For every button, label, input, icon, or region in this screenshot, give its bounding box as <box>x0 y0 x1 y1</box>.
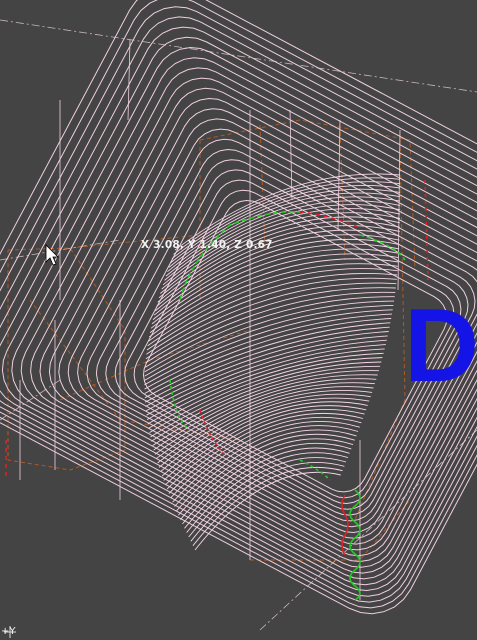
head-scanline <box>145 335 388 412</box>
view-orientation-letter: D <box>404 288 477 404</box>
axis-label: +Y <box>1 626 16 637</box>
plunge-lines <box>19 39 401 600</box>
plunge-line <box>127 39 131 121</box>
head-scanline <box>174 425 359 507</box>
3d-viewport[interactable]: X 3.08, Y 1.40, Z 0.67 +Y D <box>0 0 477 640</box>
head-scanline <box>145 331 389 407</box>
cursor-coordinate-readout: X 3.08, Y 1.40, Z 0.67 <box>141 239 273 251</box>
